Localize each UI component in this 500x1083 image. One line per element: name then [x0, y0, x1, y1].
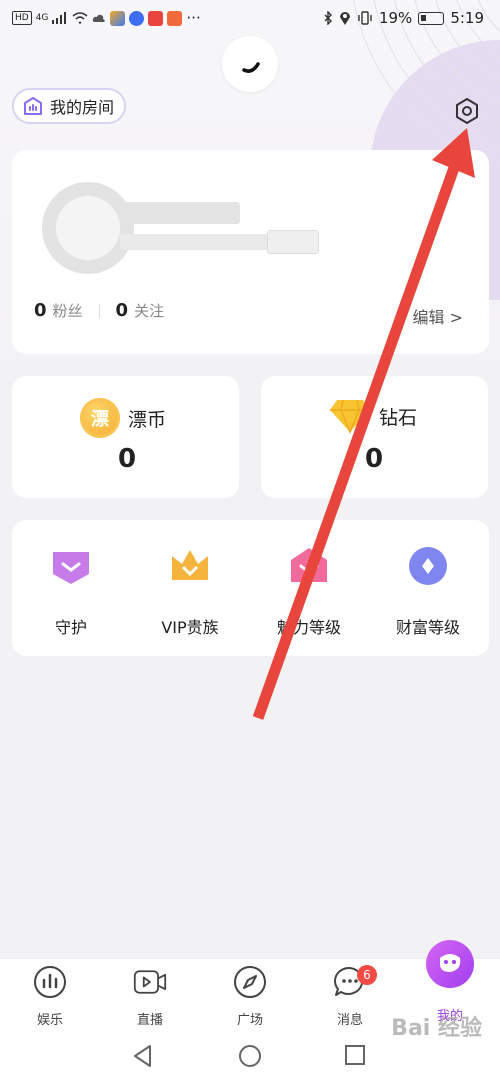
- fans-label[interactable]: 粉丝: [53, 300, 83, 321]
- watermark: Bai 经验: [391, 1016, 482, 1041]
- battery-icon: [418, 11, 445, 25]
- feature-guard-label: 守护: [54, 618, 87, 637]
- fans-count: 0: [34, 300, 47, 321]
- bluetooth-icon: [324, 11, 332, 25]
- diamond-label: 钻石: [379, 406, 418, 429]
- coin-label: 漂币: [128, 408, 167, 431]
- status-bar: HD 4G ··· 19% 5:19: [0, 0, 500, 36]
- blurred-username: [120, 202, 240, 224]
- wifi-icon: [72, 12, 88, 24]
- network-label: 4G: [35, 13, 49, 23]
- feature-vip[interactable]: VIP贵族: [135, 544, 245, 638]
- vip-crown-icon: [172, 550, 208, 580]
- charm-house-icon: [291, 548, 327, 582]
- avatar-placeholder: [56, 196, 120, 260]
- vibrate-icon: [358, 11, 372, 25]
- settings-gear-icon: [456, 98, 478, 124]
- message-badge: 6: [357, 965, 377, 985]
- settings-button[interactable]: [451, 95, 483, 127]
- wealth-badge-icon: [409, 547, 447, 585]
- clock: 5:19: [450, 9, 484, 27]
- avatar[interactable]: [42, 182, 134, 274]
- hd-badge: HD: [12, 11, 32, 25]
- feature-charm-level[interactable]: 魅力等级: [254, 544, 364, 638]
- my-room-label: 我的房间: [50, 98, 115, 117]
- blurred-user-id: [120, 234, 270, 250]
- diamond-card[interactable]: 钻石 0: [261, 376, 488, 498]
- diamond-value: 0: [365, 444, 384, 474]
- wallet-app-icon: [167, 10, 183, 26]
- nav-messages-label: 消息: [336, 1013, 363, 1028]
- profile-bubble-icon[interactable]: [426, 940, 474, 988]
- more-notifications: ···: [186, 9, 201, 27]
- stats-divider: [98, 303, 100, 318]
- feature-charm-label: 魅力等级: [276, 618, 341, 637]
- feature-wealth-label: 财富等级: [395, 618, 460, 637]
- coin-value: 0: [118, 444, 137, 474]
- store-app-icon: [148, 10, 164, 26]
- room-icon: [24, 97, 42, 115]
- profile-card[interactable]: 0 粉丝 0 关注 编辑 >: [12, 150, 489, 354]
- profile-face-icon: [440, 954, 461, 972]
- signal-icon: [52, 12, 67, 24]
- edit-profile-link[interactable]: 编辑 >: [413, 304, 464, 328]
- nav-entertainment[interactable]: 娱乐: [0, 965, 100, 1028]
- nav-plaza[interactable]: 广场: [200, 965, 300, 1028]
- nav-entertainment-label: 娱乐: [36, 1013, 63, 1028]
- my-room-button[interactable]: 我的房间: [12, 88, 126, 124]
- coin-header: 漂 漂币: [80, 398, 166, 438]
- feature-wealth-level[interactable]: 财富等级: [373, 544, 483, 638]
- nav-live-label: 直播: [136, 1013, 163, 1028]
- coin-card[interactable]: 漂 漂币 0: [12, 376, 239, 498]
- blurred-tag: [267, 230, 319, 254]
- coin-icon: 漂: [80, 398, 120, 438]
- nav-live[interactable]: 直播: [100, 965, 200, 1028]
- recents-icon[interactable]: [344, 1044, 366, 1066]
- battery-percent: 19%: [378, 9, 413, 27]
- music-app-icon: [129, 10, 145, 26]
- video-play-icon: [133, 970, 167, 994]
- follow-count: 0: [115, 300, 129, 321]
- loading-spinner-icon: [242, 62, 260, 73]
- guard-shield-icon: [53, 552, 89, 584]
- compass-icon: [234, 966, 266, 998]
- home-icon[interactable]: [238, 1044, 262, 1068]
- profile-stats: 0 粉丝 0 关注: [34, 300, 164, 321]
- feature-guard[interactable]: 守护: [16, 544, 126, 638]
- feature-vip-label: VIP贵族: [161, 618, 219, 637]
- nav-messages[interactable]: 6 消息: [300, 965, 400, 1028]
- cloud-icon: [93, 14, 106, 22]
- feature-card: 守护 VIP贵族 魅力等级 财富等级: [12, 520, 489, 656]
- nav-plaza-label: 广场: [236, 1013, 263, 1028]
- diamond-header: 钻石: [329, 398, 417, 434]
- diamond-icon: [330, 399, 370, 434]
- app-notification-icon: [110, 10, 126, 26]
- back-icon[interactable]: [132, 1044, 154, 1068]
- follow-label[interactable]: 关注: [134, 300, 164, 321]
- loading-indicator: [222, 36, 278, 92]
- location-icon: [339, 12, 350, 25]
- bar-chart-icon: [34, 966, 66, 998]
